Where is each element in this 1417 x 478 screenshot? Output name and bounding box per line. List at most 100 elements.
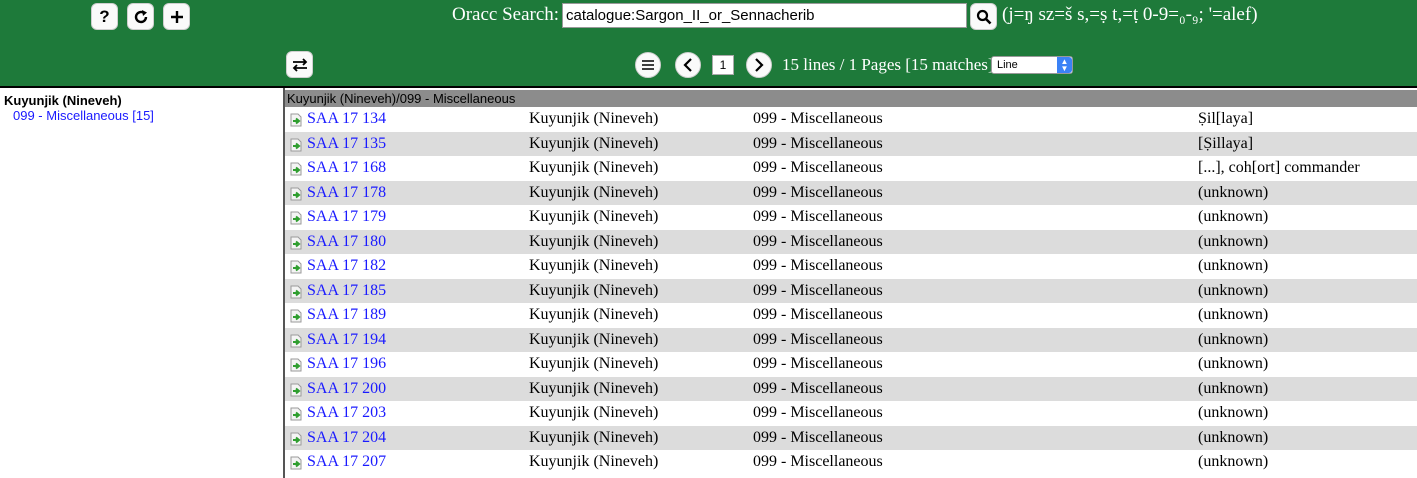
text-id-link[interactable]: SAA 17 207 xyxy=(307,453,386,471)
swap-button[interactable] xyxy=(286,51,313,78)
prev-page-button[interactable] xyxy=(675,52,701,78)
text-id-link[interactable]: SAA 17 182 xyxy=(307,257,386,275)
designation-cell: (unknown) xyxy=(1198,232,1269,250)
search-label: Oracc Search: xyxy=(452,4,560,25)
next-page-button[interactable] xyxy=(746,52,772,78)
text-id-link[interactable]: SAA 17 168 xyxy=(307,159,386,177)
text-id-link[interactable]: SAA 17 203 xyxy=(307,404,386,422)
plus-icon xyxy=(170,10,183,23)
item-arrow-icon[interactable] xyxy=(289,432,303,451)
item-arrow-icon[interactable] xyxy=(289,285,303,304)
search-button[interactable] xyxy=(970,3,997,30)
transliteration-hint: (j=ŋ sz=š s,=ṣ t,=ṭ 0-9=₀-₉; '=alef) xyxy=(1002,4,1258,25)
text-id-link[interactable]: SAA 17 194 xyxy=(307,331,386,349)
provenience-cell: Kuyunjik (Nineveh) xyxy=(529,306,659,323)
table-row: SAA 17 178 Kuyunjik (Nineveh) 099 - Miscel… xyxy=(285,180,1417,206)
text-id-link[interactable]: SAA 17 185 xyxy=(307,282,386,300)
genre-cell: 099 - Miscellaneous xyxy=(753,183,883,201)
designation-cell: (unknown) xyxy=(1198,208,1269,225)
refresh-button[interactable] xyxy=(127,3,154,30)
item-arrow-icon[interactable] xyxy=(289,187,303,206)
help-icon: ? xyxy=(99,6,110,26)
designation-cell: (unknown) xyxy=(1198,306,1269,323)
designation-cell: (unknown) xyxy=(1198,183,1269,201)
table-row: SAA 17 168 Kuyunjik (Nineveh) 099 - Miscel… xyxy=(285,156,1417,181)
provenience-cell: Kuyunjik (Nineveh) xyxy=(529,379,659,397)
designation-cell: [...], coh[ort] commander xyxy=(1198,159,1360,176)
page-number-field[interactable]: 1 xyxy=(712,55,734,75)
refresh-icon xyxy=(134,9,147,23)
item-arrow-icon[interactable] xyxy=(289,113,303,132)
item-arrow-icon[interactable] xyxy=(289,358,303,377)
item-arrow-icon[interactable] xyxy=(289,309,303,328)
genre-cell: 099 - Miscellaneous xyxy=(753,232,883,250)
text-id-link[interactable]: SAA 17 204 xyxy=(307,429,386,447)
table-row: SAA 17 185 Kuyunjik (Nineveh) 099 - Miscel… xyxy=(285,278,1417,304)
select-arrows-icon: ▲ ▼ xyxy=(1057,57,1072,73)
text-id-link[interactable]: SAA 17 179 xyxy=(307,208,386,226)
genre-cell: 099 - Miscellaneous xyxy=(753,355,883,372)
designation-cell: (unknown) xyxy=(1198,355,1269,372)
table-row: SAA 17 204 Kuyunjik (Nineveh) 099 - Miscel… xyxy=(285,425,1417,451)
provenience-cell: Kuyunjik (Nineveh) xyxy=(529,355,659,372)
group-header: Kuyunjik (Nineveh)/099 - Miscellaneous xyxy=(285,90,1417,107)
table-row: SAA 17 194 Kuyunjik (Nineveh) 099 - Miscel… xyxy=(285,327,1417,353)
item-arrow-icon[interactable] xyxy=(289,162,303,181)
item-arrow-icon[interactable] xyxy=(289,407,303,426)
text-id-link[interactable]: SAA 17 178 xyxy=(307,184,386,202)
search-input[interactable] xyxy=(562,3,967,28)
provenience-cell: Kuyunjik (Nineveh) xyxy=(529,232,659,250)
view-mode-value: Line xyxy=(997,59,1018,71)
search-icon xyxy=(976,9,991,24)
text-id-link[interactable]: SAA 17 135 xyxy=(307,135,386,153)
provenience-cell: Kuyunjik (Nineveh) xyxy=(529,110,659,127)
designation-cell: [Ṣillaya] xyxy=(1198,134,1254,152)
table-row: SAA 17 134 Kuyunjik (Nineveh) 099 - Miscel… xyxy=(285,107,1417,132)
sidebar-link-miscellaneous[interactable]: 099 - Miscellaneous [15] xyxy=(13,108,154,123)
designation-cell: (unknown) xyxy=(1198,453,1269,470)
item-arrow-icon[interactable] xyxy=(289,334,303,353)
table-row: SAA 17 200 Kuyunjik (Nineveh) 099 - Miscel… xyxy=(285,376,1417,402)
table-row: SAA 17 189 Kuyunjik (Nineveh) 099 - Miscel… xyxy=(285,303,1417,328)
text-id-link[interactable]: SAA 17 196 xyxy=(307,355,386,373)
chevron-left-icon xyxy=(683,58,692,72)
table-row: SAA 17 179 Kuyunjik (Nineveh) 099 - Miscel… xyxy=(285,205,1417,230)
provenience-cell: Kuyunjik (Nineveh) xyxy=(529,257,659,274)
genre-cell: 099 - Miscellaneous xyxy=(753,306,883,323)
genre-cell: 099 - Miscellaneous xyxy=(753,281,883,299)
text-id-link[interactable]: SAA 17 189 xyxy=(307,306,386,324)
text-id-link[interactable]: SAA 17 180 xyxy=(307,233,386,251)
results-table: SAA 17 134 Kuyunjik (Nineveh) 099 - Miscel… xyxy=(285,107,1417,475)
item-arrow-icon[interactable] xyxy=(289,383,303,402)
genre-cell: 099 - Miscellaneous xyxy=(753,404,883,421)
genre-cell: 099 - Miscellaneous xyxy=(753,134,883,152)
provenience-cell: Kuyunjik (Nineveh) xyxy=(529,453,659,470)
genre-cell: 099 - Miscellaneous xyxy=(753,257,883,274)
text-id-link[interactable]: SAA 17 134 xyxy=(307,110,386,128)
results-status: 15 lines / 1 Pages [15 matches] xyxy=(782,55,994,74)
designation-cell: (unknown) xyxy=(1198,428,1269,446)
add-button[interactable] xyxy=(163,3,190,30)
provenience-cell: Kuyunjik (Nineveh) xyxy=(529,404,659,421)
designation-cell: (unknown) xyxy=(1198,404,1269,421)
view-mode-select[interactable]: Line ▲ ▼ xyxy=(991,56,1073,74)
provenience-cell: Kuyunjik (Nineveh) xyxy=(529,281,659,299)
provenience-cell: Kuyunjik (Nineveh) xyxy=(529,330,659,348)
menu-button[interactable] xyxy=(635,52,661,78)
swap-icon xyxy=(292,57,307,72)
item-arrow-icon[interactable] xyxy=(289,211,303,230)
text-id-link[interactable]: SAA 17 200 xyxy=(307,380,386,398)
item-arrow-icon[interactable] xyxy=(289,260,303,279)
table-row: SAA 17 207 Kuyunjik (Nineveh) 099 - Miscel… xyxy=(285,450,1417,475)
help-button[interactable]: ? xyxy=(91,3,118,30)
chevron-right-icon xyxy=(755,58,764,72)
genre-cell: 099 - Miscellaneous xyxy=(753,379,883,397)
sidebar xyxy=(0,88,283,478)
designation-cell: (unknown) xyxy=(1198,330,1269,348)
provenience-cell: Kuyunjik (Nineveh) xyxy=(529,134,659,152)
table-row: SAA 17 180 Kuyunjik (Nineveh) 099 - Miscel… xyxy=(285,229,1417,255)
item-arrow-icon[interactable] xyxy=(289,456,303,475)
genre-cell: 099 - Miscellaneous xyxy=(753,428,883,446)
item-arrow-icon[interactable] xyxy=(289,138,303,157)
item-arrow-icon[interactable] xyxy=(289,236,303,255)
